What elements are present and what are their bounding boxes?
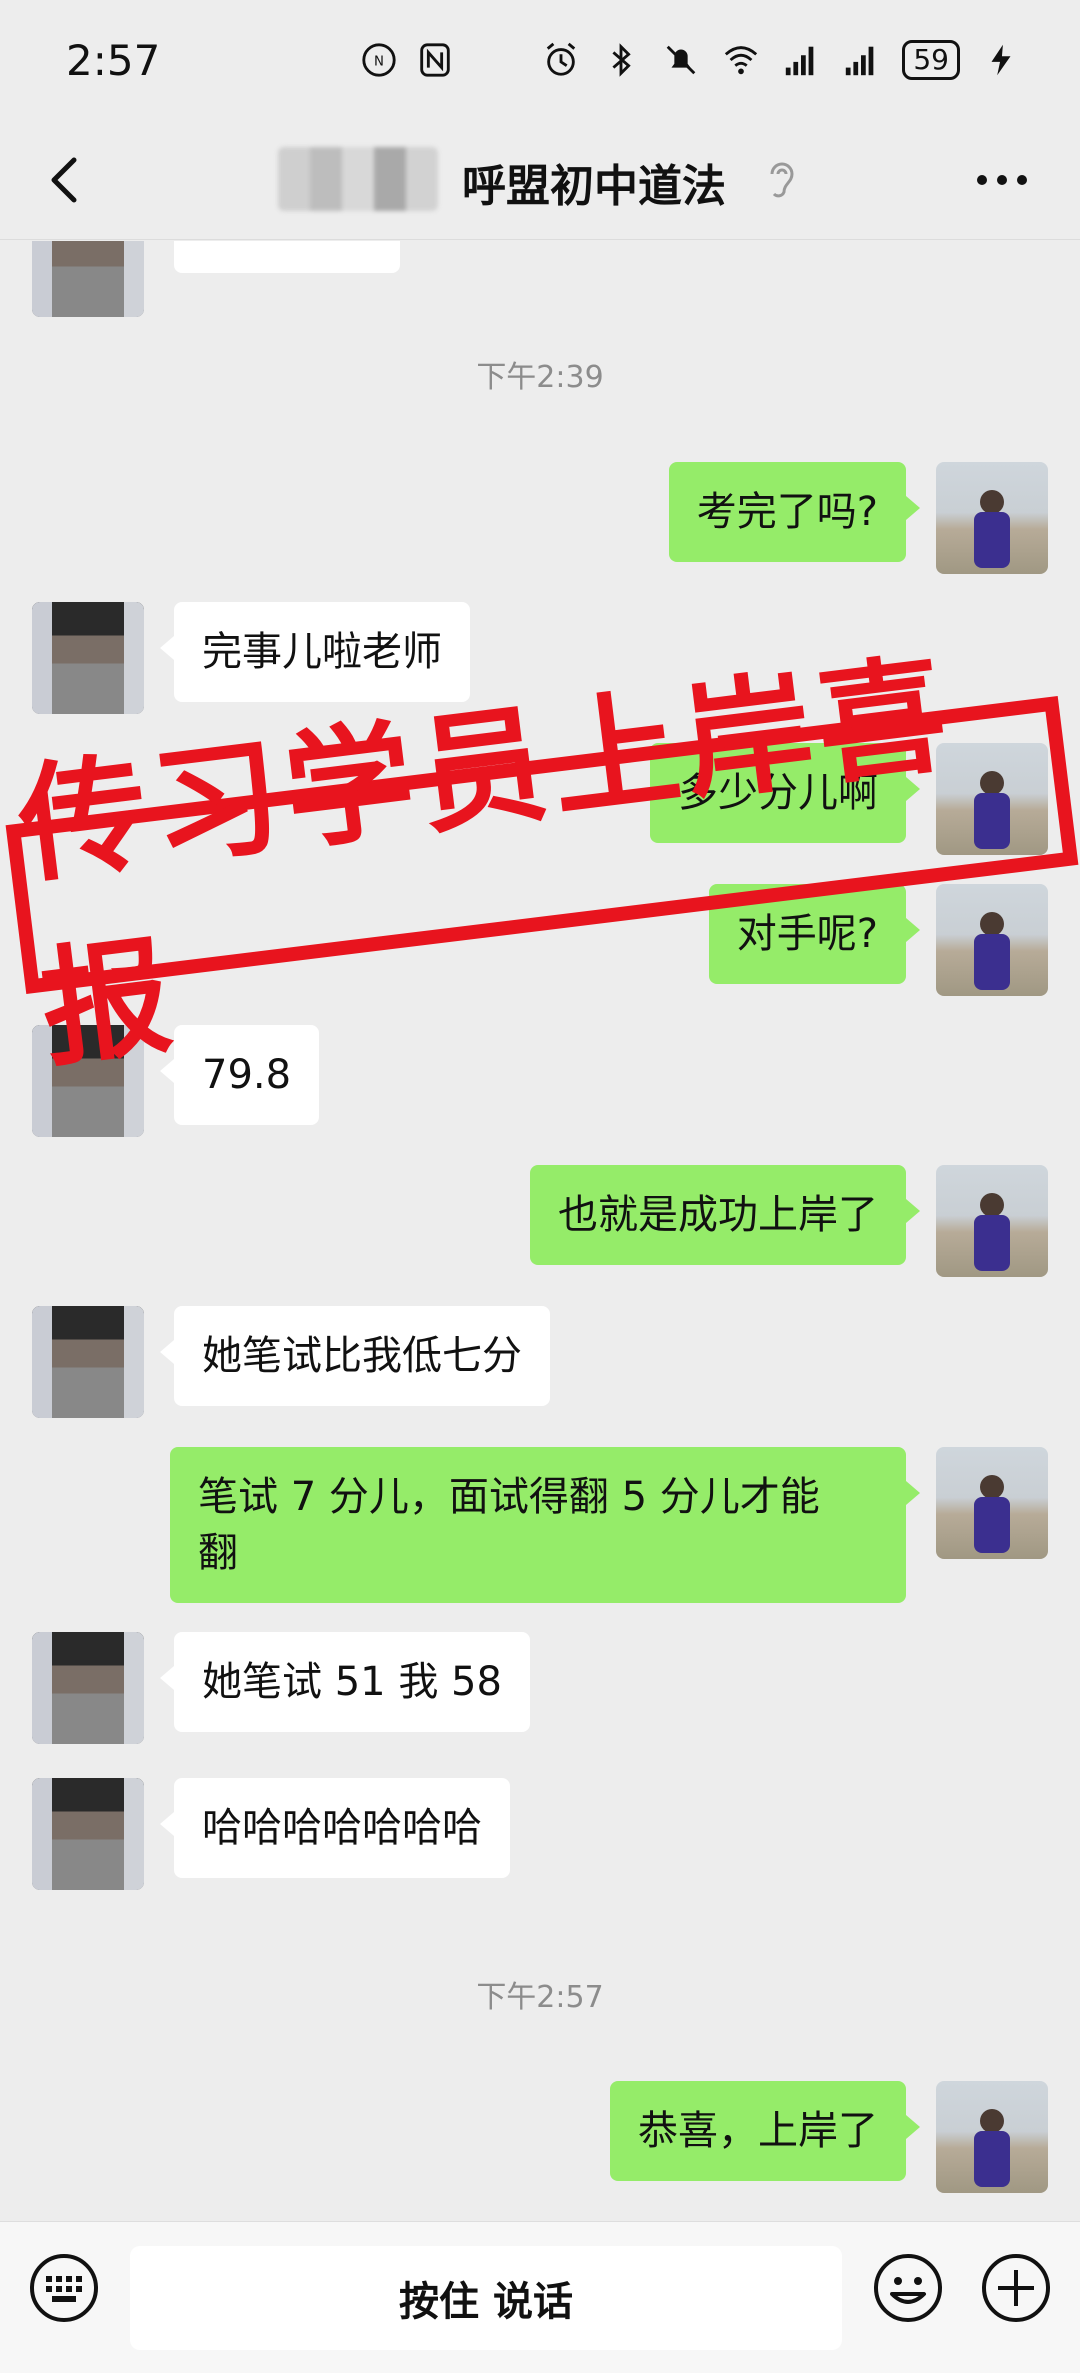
chat-title: 呼盟初中道法 bbox=[462, 161, 726, 212]
message-bubble[interactable]: 也就是成功上岸了 bbox=[530, 1165, 920, 1265]
chevron-left-icon[interactable] bbox=[36, 150, 96, 210]
message-bubble[interactable]: 笔试 7 分儿，面试得翻 5 分儿才能 翻 bbox=[170, 1447, 920, 1603]
avatar[interactable] bbox=[936, 1165, 1048, 1277]
message-bubble[interactable]: 恭喜，上岸了 bbox=[610, 2081, 920, 2181]
hold-to-talk-button[interactable]: 按住 说话 bbox=[130, 2246, 842, 2350]
battery-level: 59 bbox=[913, 43, 949, 76]
message-bubble[interactable]: 她笔试比我低七分 bbox=[160, 1306, 550, 1406]
promo-stamp: 传习学员上岸喜报 bbox=[5, 640, 1079, 1086]
emoji-icon[interactable] bbox=[872, 2252, 944, 2324]
timestamp: 下午2:57 bbox=[476, 1980, 604, 2015]
mute-icon bbox=[667, 45, 696, 75]
message-bubble[interactable]: 她笔试 51 我 58 bbox=[160, 1632, 530, 1732]
avatar[interactable] bbox=[32, 1306, 144, 1418]
more-dots-icon[interactable] bbox=[972, 160, 1032, 200]
status-right-icons: 59 bbox=[542, 40, 1020, 80]
avatar[interactable] bbox=[936, 1447, 1048, 1559]
status-time: 2:57 bbox=[66, 35, 161, 85]
input-bar: 按住 说话 bbox=[0, 2221, 1080, 2373]
avatar[interactable] bbox=[32, 602, 144, 714]
message-bubble[interactable]: 哈哈哈哈哈哈哈 bbox=[160, 1778, 510, 1878]
avatar[interactable] bbox=[936, 2081, 1048, 2193]
avatar[interactable] bbox=[32, 1632, 144, 1744]
chat-header: 呼盟初中道法 bbox=[0, 120, 1080, 240]
status-left-icons: N bbox=[360, 41, 454, 79]
avatar[interactable] bbox=[936, 462, 1048, 574]
status-bar: 2:57 N 59 bbox=[0, 0, 1080, 120]
bluetooth-icon bbox=[612, 43, 632, 77]
ear-icon[interactable] bbox=[762, 156, 802, 204]
alarm-icon bbox=[547, 42, 576, 76]
chat-area[interactable]: 下午2:39 考完了吗? 完事儿啦老师 多少分儿啊 对手呢? 79.8 也就是成… bbox=[0, 241, 1080, 2221]
plus-circle-icon[interactable] bbox=[980, 2252, 1052, 2324]
timestamp: 下午2:39 bbox=[476, 360, 604, 395]
charging-icon bbox=[991, 44, 1011, 76]
nfc-icon bbox=[420, 43, 451, 77]
svg-text:N: N bbox=[374, 55, 384, 70]
message-bubble[interactable]: 考完了吗? bbox=[668, 462, 921, 562]
wifi-icon bbox=[725, 46, 758, 75]
nfc-badge-icon: N bbox=[362, 43, 396, 77]
avatar[interactable] bbox=[32, 241, 144, 317]
battery-icon: 59 bbox=[902, 40, 960, 80]
message-bubble-partial bbox=[174, 241, 400, 273]
blurred-contact-name bbox=[278, 147, 438, 211]
keyboard-icon[interactable] bbox=[28, 2252, 100, 2324]
signal-icon bbox=[846, 46, 874, 76]
signal-icon bbox=[786, 46, 814, 76]
avatar[interactable] bbox=[32, 1778, 144, 1890]
